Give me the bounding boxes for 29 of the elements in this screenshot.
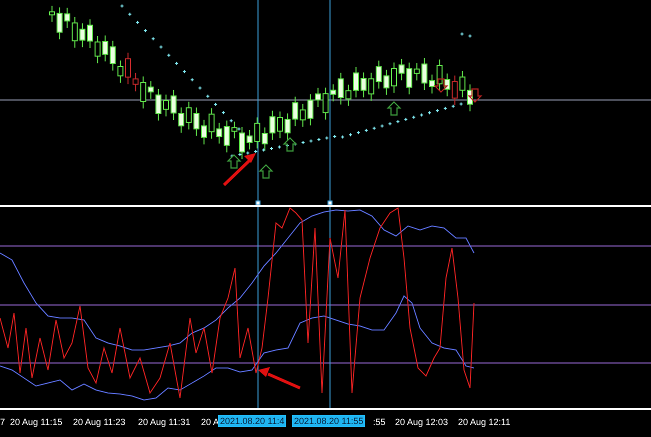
time-axis-label: 20 Aug 12:11 <box>458 417 510 427</box>
up-arrow-icon <box>226 154 242 169</box>
time-axis-label: 20 Aug 11:23 <box>73 417 126 427</box>
candlestick <box>87 18 93 49</box>
candlestick <box>277 110 283 139</box>
down-arrow-icon <box>434 78 448 93</box>
crosshair-time-tag: 2021.08.20 11:55 <box>292 415 366 427</box>
candlestick <box>315 87 321 108</box>
candlestick <box>467 84 473 112</box>
time-axis-label: :55 <box>373 417 386 427</box>
time-axis-label: 20 Aug 11:31 <box>138 417 190 427</box>
candlestick <box>201 119 207 145</box>
candlestick <box>239 126 245 160</box>
candlestick <box>391 62 397 94</box>
crosshair-time-tag: 2021.08.20 11:4 <box>218 415 286 427</box>
candlestick <box>125 52 131 85</box>
time-axis-label: 20 Aug 11:15 <box>10 417 62 427</box>
up-arrow-icon <box>386 101 402 116</box>
annotation-arrow <box>258 367 301 390</box>
up-arrow-icon <box>282 137 298 152</box>
time-axis-label: 20 Aug 12:03 <box>395 417 448 427</box>
down-arrow-icon <box>468 88 482 103</box>
candlestick <box>49 5 55 22</box>
up-arrow-icon <box>258 164 274 179</box>
annotation-arrow <box>222 153 256 186</box>
candlestick <box>353 66 359 98</box>
time-axis-label: 7 <box>0 417 6 427</box>
candlestick <box>163 94 169 117</box>
candlestick <box>429 74 435 94</box>
